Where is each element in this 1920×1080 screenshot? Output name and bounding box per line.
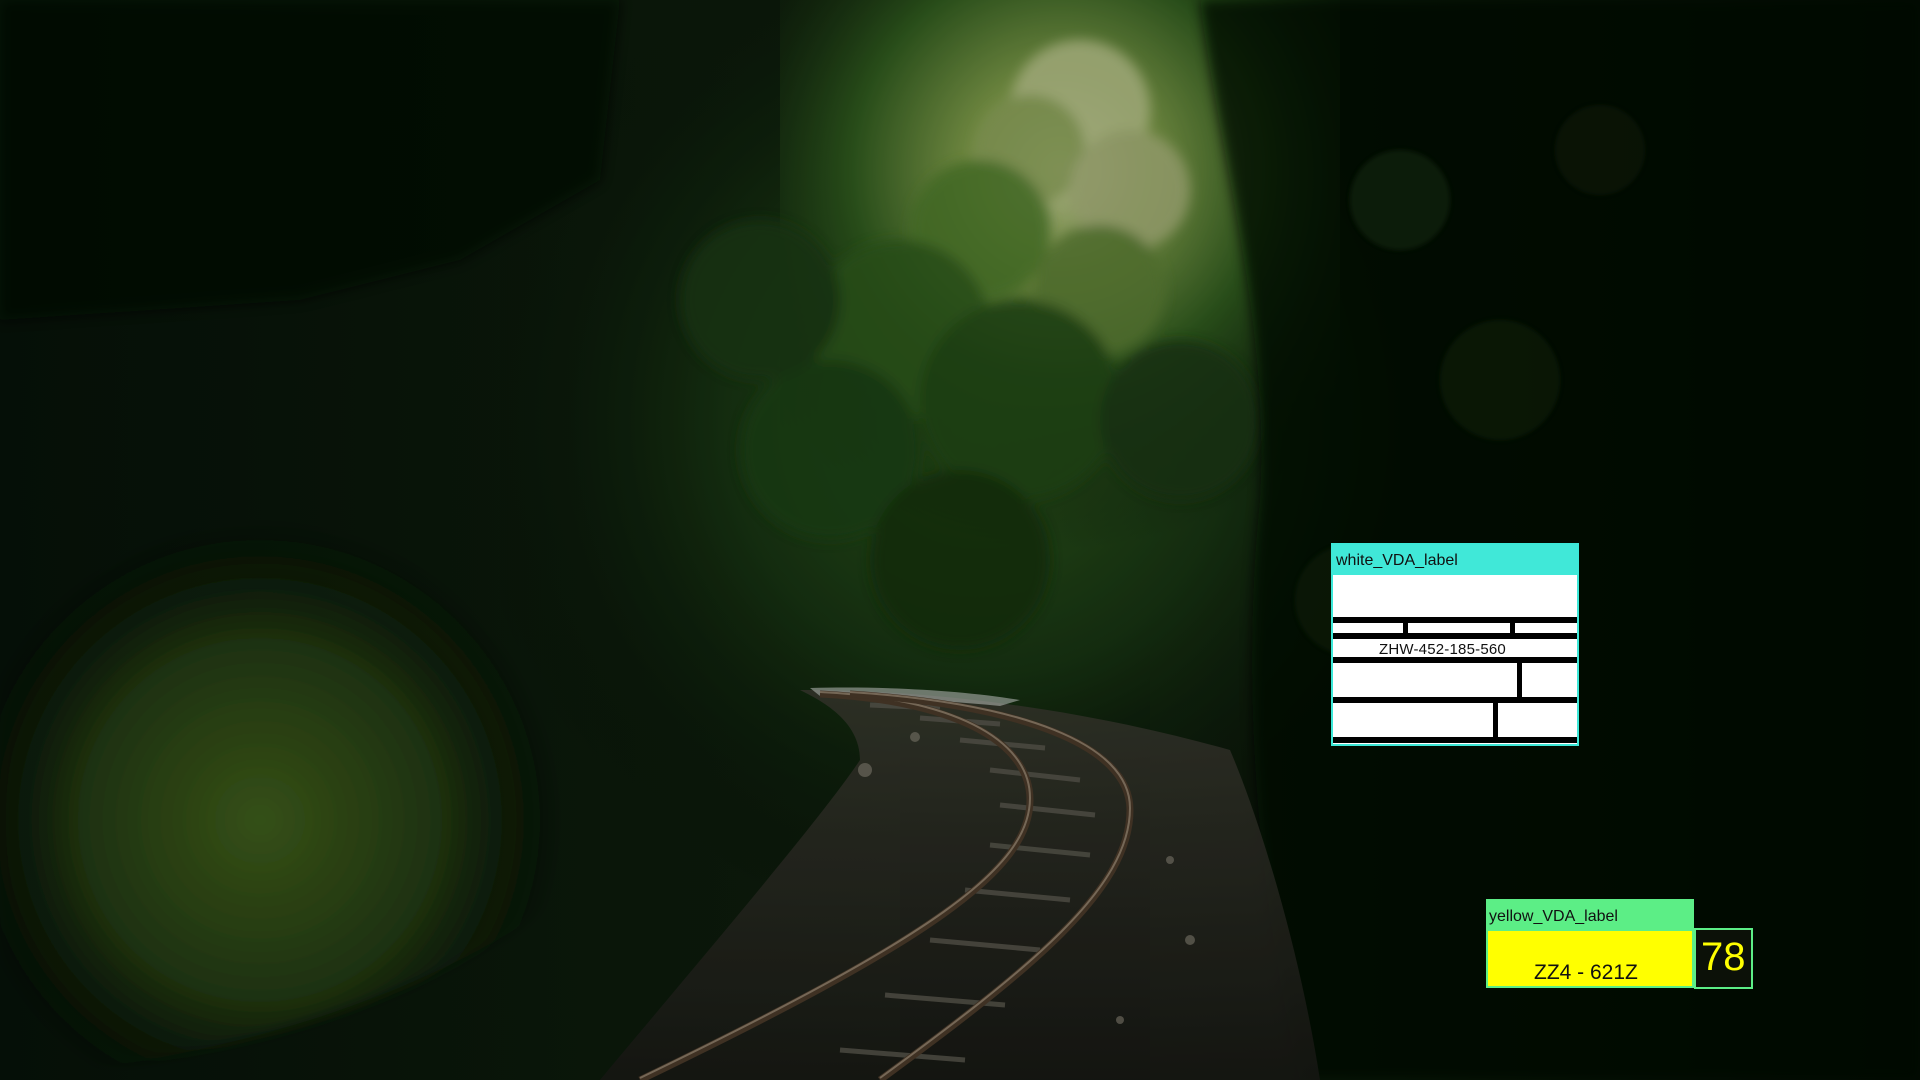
yellow-vda-label-header: yellow_VDA_label bbox=[1486, 899, 1694, 929]
label-line bbox=[1333, 737, 1577, 743]
yellow-vda-label-title: yellow_VDA_label bbox=[1489, 908, 1618, 925]
white-vda-label-title: white_VDA_label bbox=[1336, 552, 1458, 569]
yellow-vda-label-score-box: 78 bbox=[1694, 928, 1753, 989]
yellow-vda-label-box[interactable]: ZZ4 - 621Z bbox=[1486, 929, 1694, 988]
white-vda-label-box[interactable]: white_VDA_label ZHW-452-185-560 bbox=[1331, 543, 1579, 746]
label-line bbox=[1517, 657, 1522, 697]
label-line bbox=[1493, 697, 1498, 737]
label-line bbox=[1333, 617, 1577, 623]
label-line bbox=[1333, 657, 1577, 663]
yellow-vda-label-code: ZZ4 - 621Z bbox=[1534, 961, 1638, 984]
yellow-vda-label-score: 78 bbox=[1701, 935, 1746, 979]
white-vda-label-header: white_VDA_label bbox=[1333, 545, 1577, 575]
label-line bbox=[1333, 633, 1577, 639]
label-line bbox=[1333, 697, 1577, 703]
white-vda-label-code: ZHW-452-185-560 bbox=[1379, 641, 1506, 658]
